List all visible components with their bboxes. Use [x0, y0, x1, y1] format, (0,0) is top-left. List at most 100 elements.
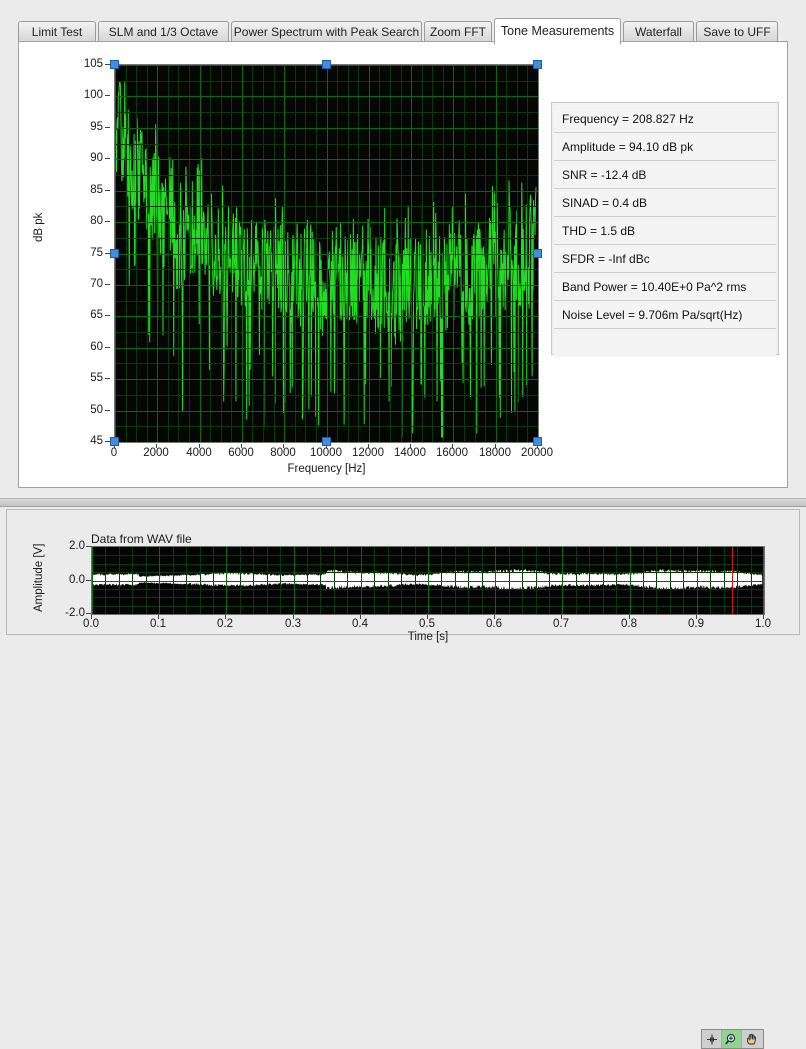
gridline-horizontal — [115, 348, 538, 349]
x-tick-label: 0.2 — [217, 618, 233, 630]
y-tick-mark — [105, 190, 110, 191]
spectrum-plot-area[interactable] — [114, 64, 539, 443]
y-tick-label: 85 — [90, 184, 103, 196]
measurement-row: Frequency = 208.827 Hz — [554, 105, 776, 133]
measurement-row: THD = 1.5 dB — [554, 217, 776, 245]
waveform-cursor-line[interactable] — [732, 547, 733, 614]
panel-splitter[interactable] — [0, 498, 806, 507]
x-tick-label: 0.6 — [486, 618, 502, 630]
waveform-x-axis-label: Time [s] — [407, 631, 449, 643]
gridline-horizontal — [92, 581, 764, 582]
cursor-crosshair-icon[interactable] — [702, 1030, 722, 1048]
measurement-row: Noise Level = 9.706m Pa/sqrt(Hz) — [554, 301, 776, 329]
y-tick-label: 75 — [90, 247, 103, 259]
measurement-text: SINAD = 0.4 dB — [562, 195, 648, 210]
gridline-horizontal — [115, 96, 538, 97]
y-tick-mark — [105, 284, 110, 285]
tab-slm-and-1-3-octave[interactable]: SLM and 1/3 Octave — [98, 21, 229, 42]
tab-power-spectrum-with-peak-search[interactable]: Power Spectrum with Peak Search — [231, 21, 422, 42]
y-tick-mark — [105, 378, 110, 379]
y-tick-label: 45 — [90, 435, 103, 447]
x-tick-label: 0.9 — [688, 618, 704, 630]
gridline-horizontal — [115, 379, 538, 380]
x-tick-label: 0.4 — [352, 618, 368, 630]
measurement-row — [554, 329, 776, 357]
hand-pan-icon[interactable] — [742, 1030, 762, 1048]
y-tick-mark — [86, 546, 91, 547]
y-tick-label: 70 — [90, 278, 103, 290]
tab-save-to-uff[interactable]: Save to UFF — [696, 21, 778, 42]
waveform-title: Data from WAV file — [91, 532, 192, 546]
y-tick-label: 100 — [83, 89, 103, 101]
measurement-text: Band Power = 10.40E+0 Pa^2 rms — [562, 279, 747, 294]
gridline-horizontal — [115, 159, 538, 160]
tab-tone-measurements[interactable]: Tone Measurements — [494, 18, 621, 45]
y-tick-mark — [105, 95, 110, 96]
tab-label: Tone Measurements — [500, 24, 615, 39]
y-tick-mark — [86, 613, 91, 614]
gridline-vertical — [764, 547, 765, 614]
tab-label: Limit Test — [31, 25, 83, 39]
x-tick-label: 0.1 — [150, 618, 166, 630]
y-tick-label: 55 — [90, 372, 103, 384]
y-tick-label: 90 — [90, 152, 103, 164]
gridline-horizontal — [115, 285, 538, 286]
y-tick-label: 80 — [90, 215, 103, 227]
y-tick-label: -2.0 — [65, 607, 85, 619]
tab-limit-test[interactable]: Limit Test — [18, 21, 96, 42]
measurement-text: Amplitude = 94.10 dB pk — [562, 139, 694, 154]
y-tick-mark — [105, 221, 110, 222]
tab-label: Save to UFF — [703, 25, 771, 39]
measurement-row: Amplitude = 94.10 dB pk — [554, 133, 776, 161]
measurement-row: Band Power = 10.40E+0 Pa^2 rms — [554, 273, 776, 301]
magnifier-plus-icon[interactable] — [722, 1030, 742, 1048]
graph-resize-handle[interactable] — [110, 248, 119, 258]
measurement-text: Noise Level = 9.706m Pa/sqrt(Hz) — [562, 307, 743, 322]
gridline-horizontal — [115, 222, 538, 223]
tab-label: Waterfall — [635, 25, 682, 39]
tab-label: SLM and 1/3 Octave — [108, 25, 219, 39]
tab-label: Zoom FFT — [430, 25, 486, 39]
measurement-text: SFDR = -Inf dBc — [562, 251, 650, 266]
y-tick-mark — [105, 127, 110, 128]
application-window: Limit Test SLM and 1/3 Octave Power Spectr… — [0, 0, 806, 1049]
tab-bar: Limit Test SLM and 1/3 Octave Power Spectr… — [18, 18, 788, 45]
gridline-horizontal — [115, 128, 538, 129]
waveform-cursor-line[interactable] — [763, 547, 764, 614]
graph-resize-handle[interactable] — [110, 60, 119, 69]
spectrum-y-axis-label: dB pk — [33, 212, 45, 242]
x-tick-label: 1.0 — [755, 618, 771, 630]
y-tick-label: 65 — [90, 309, 103, 321]
measurement-row: SINAD = 0.4 dB — [554, 189, 776, 217]
waveform-plot-area[interactable] — [91, 546, 765, 615]
graph-tool-palette[interactable] — [701, 1029, 764, 1049]
measurement-text: SNR = -12.4 dB — [562, 167, 647, 182]
x-tick-label: 0.0 — [83, 618, 99, 630]
tab-zoom-fft[interactable]: Zoom FFT — [424, 21, 492, 42]
graph-resize-handle[interactable] — [533, 248, 542, 258]
graph-resize-handle[interactable] — [321, 437, 331, 446]
x-tick-label: 0.7 — [553, 618, 569, 630]
y-tick-label: 2.0 — [69, 540, 85, 552]
graph-resize-handle[interactable] — [110, 437, 119, 446]
y-tick-mark — [86, 580, 91, 581]
gridline-horizontal — [115, 254, 538, 255]
measurement-row: SNR = -12.4 dB — [554, 161, 776, 189]
spectrum-graph[interactable]: dB pk Frequency [Hz] 0 2000 4000 6000 8000 10… — [33, 57, 553, 477]
tab-label: Power Spectrum with Peak Search — [233, 25, 420, 39]
waveform-panel: Data from WAV file Amplitude [V] Time [s… — [6, 509, 800, 1049]
graph-resize-handle[interactable] — [533, 60, 542, 69]
y-tick-label: 60 — [90, 341, 103, 353]
y-tick-label: 50 — [90, 404, 103, 416]
graph-resize-handle[interactable] — [321, 60, 331, 69]
y-tick-label: 0.0 — [69, 574, 85, 586]
x-tick-label: 20000 — [521, 447, 553, 459]
gridline-horizontal — [115, 316, 538, 317]
y-tick-label: 105 — [83, 58, 103, 70]
measurement-row: SFDR = -Inf dBc — [554, 245, 776, 273]
gridline-horizontal — [115, 191, 538, 192]
tab-waterfall[interactable]: Waterfall — [623, 21, 694, 42]
tab-page-tone-measurements: dB pk Frequency [Hz] 0 2000 4000 6000 8000 10… — [18, 41, 788, 488]
x-tick-label: 0.5 — [419, 618, 435, 630]
graph-resize-handle[interactable] — [533, 437, 542, 446]
